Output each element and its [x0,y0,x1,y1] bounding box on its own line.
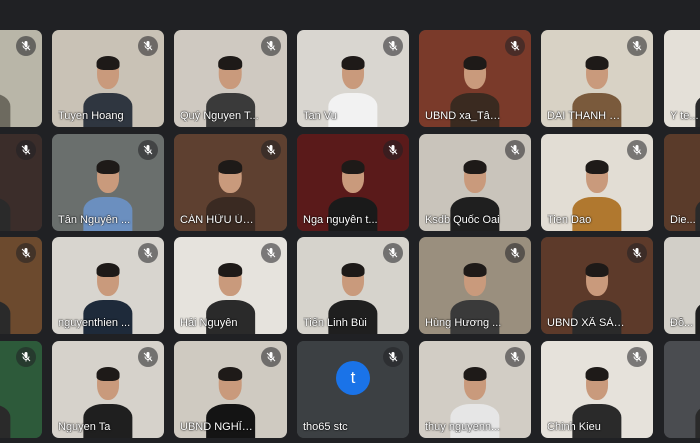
mic-off-icon [16,140,36,160]
participant-tile[interactable]: Tien Dao [541,134,653,231]
mic-off-icon [261,243,281,263]
mic-off-icon [16,36,36,56]
participant-name: Die... [670,214,696,226]
participant-silhouette [695,368,700,438]
participant-name: Tan Vu [303,110,337,122]
mic-off-icon [627,140,647,160]
participant-tile[interactable]: Hùng Hương ... [419,237,531,334]
mic-off-icon [505,243,525,263]
mic-off-icon [138,36,158,56]
participant-name: Tien Dao [547,214,592,226]
participant-name: UBND XÃ SÀI... [547,317,625,329]
participant-name: Tuyen Hoang [58,110,124,122]
participant-tile[interactable] [0,134,42,231]
participant-tile[interactable]: Ksdb Quốc Oai [419,134,531,231]
participant-tile[interactable]: Die... [664,134,700,231]
participant-silhouette [0,264,11,334]
participant-tile[interactable]: Nguyen Ta [52,341,164,438]
participant-tile[interactable]: Y te... [664,30,700,127]
participant-name: UBND NGHĨA ... [180,421,259,433]
participant-name: nguyenthien ... [58,317,131,329]
mic-off-icon [16,347,36,367]
participant-tile[interactable] [0,341,42,438]
mic-off-icon [138,347,158,367]
participant-name: CÁN HỮU ÚY ... [180,214,259,226]
mic-off-icon [505,347,525,367]
participant-tile[interactable]: Tiến Linh Bùi [297,237,409,334]
participant-name: UBND xa_Tân... [425,110,503,122]
participant-tile[interactable]: Quý U... [0,30,42,127]
mic-off-icon [383,347,403,367]
participant-tile[interactable]: t tho65 stc [297,341,409,438]
mic-off-icon [627,36,647,56]
participant-tile[interactable]: Hải Nguyên [174,237,287,334]
avatar: t [336,360,370,395]
mic-off-icon [627,347,647,367]
mic-off-icon [383,243,403,263]
mic-off-icon [383,140,403,160]
participant-tile[interactable]: Nga nguyễn t... [297,134,409,231]
participant-name: Tiến Linh Bùi [303,317,367,329]
participant-tile[interactable] [664,341,700,438]
mic-off-icon [383,36,403,56]
mic-off-icon [138,140,158,160]
participant-tile[interactable]: CÁN HỮU ÚY ... [174,134,287,231]
participant-tile[interactable]: Tuyen Hoang [52,30,164,127]
participant-name: Quý Nguyen T... [180,110,259,122]
participant-grid: Quý U... Tuyen Hoang Quý Nguyen T... Tan Vu… [0,0,700,443]
participant-tile[interactable]: UBND NGHĨA ... [174,341,287,438]
mic-off-icon [505,140,525,160]
participant-tile[interactable]: UBND XÃ SÀI... [541,237,653,334]
participant-tile[interactable]: Đỗ... [664,237,700,334]
participant-name: Ksdb Quốc Oai [425,214,500,226]
participant-name: Quý U... [0,110,14,122]
mic-off-icon [261,347,281,367]
participant-tile[interactable]: nguyenthien ... [52,237,164,334]
participant-name: Hùng Hương ... [425,317,502,329]
participant-silhouette [0,161,11,231]
mic-off-icon [627,243,647,263]
participant-name: Đỗ... [670,317,694,329]
participant-name: Tân Nguyên ... [58,214,131,226]
participant-tile[interactable]: Tân Nguyên ... [52,134,164,231]
participant-name: Nga nguyễn t... [303,214,378,226]
participant-name: Hải Nguyên [180,317,238,329]
mic-off-icon [505,36,525,56]
mic-off-icon [261,36,281,56]
participant-tile[interactable]: Tan Vu [297,30,409,127]
mic-off-icon [16,243,36,263]
participant-tile[interactable]: Chinh Kieu [541,341,653,438]
participant-tile[interactable]: UBND xa_Tân... [419,30,531,127]
participant-tile[interactable] [0,237,42,334]
mic-off-icon [138,243,158,263]
participant-name: Chinh Kieu [547,421,601,433]
participant-name: tho65 stc [303,421,348,433]
participant-tile[interactable]: DAI THANH D... [541,30,653,127]
mic-off-icon [261,140,281,160]
participant-tile[interactable]: Quý Nguyen T... [174,30,287,127]
participant-name: thuy nguyenn... [425,421,501,433]
participant-tile[interactable]: thuy nguyenn... [419,341,531,438]
participant-silhouette [0,368,11,438]
participant-name: Nguyen Ta [58,421,111,433]
participant-name: DAI THANH D... [547,110,625,122]
participant-name: Y te... [670,110,699,122]
